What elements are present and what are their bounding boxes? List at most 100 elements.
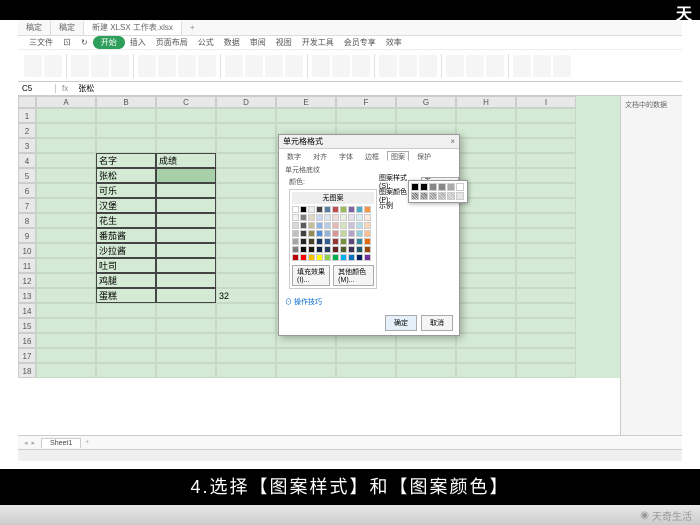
cell[interactable]: 花生 <box>96 213 156 228</box>
cell[interactable] <box>516 213 576 228</box>
pattern-swatch[interactable] <box>420 192 428 200</box>
pattern-swatch[interactable] <box>420 183 428 191</box>
color-swatch[interactable] <box>292 214 299 221</box>
color-swatch[interactable] <box>324 214 331 221</box>
color-swatch[interactable] <box>348 230 355 237</box>
cell[interactable] <box>36 318 96 333</box>
cell[interactable] <box>36 213 96 228</box>
cell[interactable] <box>156 258 216 273</box>
cell[interactable] <box>36 243 96 258</box>
cell[interactable] <box>156 168 216 183</box>
cell[interactable] <box>216 363 276 378</box>
cell[interactable] <box>36 348 96 363</box>
cell[interactable] <box>516 258 576 273</box>
cell[interactable]: 张松 <box>96 168 156 183</box>
color-swatch[interactable] <box>292 254 299 261</box>
cell[interactable] <box>516 108 576 123</box>
color-swatch[interactable] <box>364 246 371 253</box>
color-swatch[interactable] <box>356 222 363 229</box>
color-swatch[interactable] <box>292 230 299 237</box>
sheet-tab-1[interactable]: Sheet1 <box>41 438 81 448</box>
color-swatch[interactable] <box>356 254 363 261</box>
pattern-swatch[interactable] <box>447 192 455 200</box>
color-swatch[interactable] <box>300 214 307 221</box>
color-swatch[interactable] <box>340 238 347 245</box>
cell[interactable] <box>36 228 96 243</box>
color-swatch[interactable] <box>324 246 331 253</box>
tab-add[interactable]: + <box>182 21 203 35</box>
cell[interactable] <box>156 108 216 123</box>
cell[interactable] <box>96 333 156 348</box>
cell[interactable] <box>156 138 216 153</box>
color-swatch[interactable] <box>308 206 315 213</box>
cell[interactable] <box>516 228 576 243</box>
cell[interactable] <box>96 318 156 333</box>
color-swatch[interactable] <box>316 222 323 229</box>
cell[interactable] <box>456 303 516 318</box>
color-swatch[interactable] <box>308 246 315 253</box>
cell[interactable] <box>216 273 276 288</box>
color-swatch[interactable] <box>316 214 323 221</box>
color-swatch[interactable] <box>324 230 331 237</box>
cell[interactable] <box>456 288 516 303</box>
color-swatch[interactable] <box>316 246 323 253</box>
cell[interactable] <box>96 348 156 363</box>
color-swatch[interactable] <box>364 222 371 229</box>
cell[interactable] <box>36 153 96 168</box>
cell[interactable] <box>456 108 516 123</box>
color-swatch[interactable] <box>332 230 339 237</box>
cell[interactable] <box>36 138 96 153</box>
cell[interactable] <box>96 363 156 378</box>
cell[interactable]: 可乐 <box>96 183 156 198</box>
color-swatch[interactable] <box>300 222 307 229</box>
cell[interactable] <box>156 213 216 228</box>
cell[interactable] <box>156 183 216 198</box>
dialog-titlebar[interactable]: 单元格格式 × <box>279 135 459 149</box>
color-swatch[interactable] <box>308 238 315 245</box>
pattern-swatch[interactable] <box>456 183 464 191</box>
color-swatch[interactable] <box>300 230 307 237</box>
pattern-swatch[interactable] <box>429 183 437 191</box>
cell[interactable] <box>216 213 276 228</box>
cell[interactable] <box>156 363 216 378</box>
cell[interactable] <box>96 303 156 318</box>
pattern-swatch[interactable] <box>411 183 419 191</box>
color-swatch[interactable] <box>348 238 355 245</box>
cell[interactable] <box>36 363 96 378</box>
color-swatch[interactable] <box>332 206 339 213</box>
cell[interactable] <box>156 228 216 243</box>
cell[interactable] <box>36 108 96 123</box>
cell[interactable] <box>456 138 516 153</box>
color-swatch[interactable] <box>332 238 339 245</box>
pattern-swatch[interactable] <box>411 192 419 200</box>
cell[interactable] <box>36 168 96 183</box>
cell[interactable] <box>336 363 396 378</box>
cell[interactable] <box>516 198 576 213</box>
color-swatch[interactable] <box>364 254 371 261</box>
cell[interactable] <box>156 318 216 333</box>
name-box[interactable]: C5 <box>18 84 56 93</box>
color-swatch[interactable] <box>332 254 339 261</box>
cell[interactable]: 成绩 <box>156 153 216 168</box>
color-swatch[interactable] <box>316 230 323 237</box>
color-swatch[interactable] <box>348 246 355 253</box>
cell[interactable] <box>216 183 276 198</box>
ribbon-file[interactable]: 三文件 <box>24 37 58 48</box>
tab-doc1[interactable]: 稿定 <box>18 21 51 35</box>
color-swatch[interactable] <box>356 206 363 213</box>
cell[interactable] <box>36 258 96 273</box>
cell[interactable] <box>516 168 576 183</box>
color-swatch[interactable] <box>308 254 315 261</box>
cell[interactable] <box>156 123 216 138</box>
color-swatch[interactable] <box>300 206 307 213</box>
cell[interactable] <box>96 108 156 123</box>
color-swatch[interactable] <box>300 254 307 261</box>
color-swatch[interactable] <box>316 238 323 245</box>
cell[interactable] <box>36 333 96 348</box>
cell[interactable] <box>516 333 576 348</box>
color-swatch[interactable] <box>356 246 363 253</box>
color-swatch[interactable] <box>340 214 347 221</box>
more-colors-button[interactable]: 其他颜色(M)... <box>333 265 374 286</box>
cell[interactable] <box>216 348 276 363</box>
pattern-swatch[interactable] <box>438 183 446 191</box>
